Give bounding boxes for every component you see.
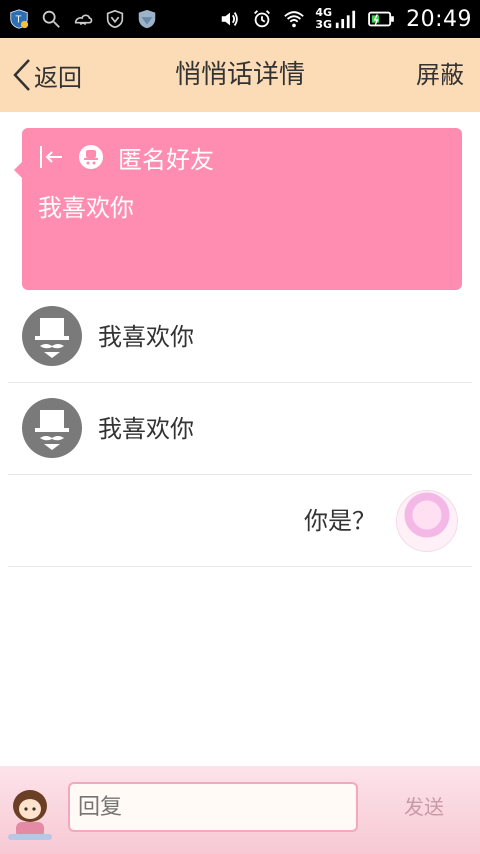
status-right: 4G 3G 20:49 [219, 4, 472, 34]
exit-icon[interactable] [38, 144, 64, 170]
send-button[interactable]: 发送 [404, 782, 444, 832]
alarm-icon [254, 10, 271, 28]
search-icon [42, 10, 60, 28]
vpn-shield-icon [106, 9, 124, 29]
block-button[interactable]: 屏蔽 [416, 38, 464, 112]
avatar[interactable] [22, 398, 82, 458]
top-hat-avatar-icon [35, 410, 69, 450]
status-bar: T 4G 3G 20:49 [0, 0, 480, 38]
security-app-icon [138, 9, 156, 29]
top-hat-avatar-icon [35, 318, 69, 358]
volume-icon [222, 12, 239, 26]
reply-text: 我喜欢你 [98, 415, 194, 443]
status-left: T [8, 4, 158, 34]
back-button[interactable]: 返回 [12, 38, 82, 112]
shield-app-icon: T [10, 9, 29, 29]
list-item[interactable]: 我喜欢你 [8, 292, 472, 383]
network-indicator: 4G 3G [315, 7, 332, 31]
card-tail [14, 162, 22, 178]
cloud-wifi-icon [74, 14, 93, 26]
card-meta: 匿名好友 [38, 142, 214, 174]
reply-input[interactable] [68, 782, 358, 832]
reply-text: 你是？ [304, 507, 376, 535]
avatar[interactable] [22, 306, 82, 366]
anonymous-user-icon [79, 145, 103, 169]
whisper-card: 匿名好友 我喜欢你 [14, 128, 462, 290]
network-label-2: 3G [315, 18, 333, 31]
chevron-left-icon [13, 59, 30, 91]
list-item[interactable]: 我喜欢你 [8, 384, 472, 475]
battery-icon [368, 11, 394, 27]
sender-name: 匿名好友 [118, 145, 214, 174]
girl-avatar-icon [8, 790, 52, 840]
reply-text: 我喜欢你 [98, 323, 194, 351]
avatar[interactable] [396, 490, 458, 552]
reply-bar: 发送 [0, 766, 480, 854]
app-header: 返回 悄悄话详情 屏蔽 [0, 38, 480, 112]
list-item[interactable]: 你是？ [8, 476, 472, 567]
wifi-icon [284, 11, 305, 28]
clock: 20:49 [406, 6, 472, 32]
svg-text:T: T [15, 15, 21, 26]
signal-icon [335, 10, 356, 29]
back-label: 返回 [34, 63, 82, 92]
card-message: 我喜欢你 [38, 194, 134, 222]
